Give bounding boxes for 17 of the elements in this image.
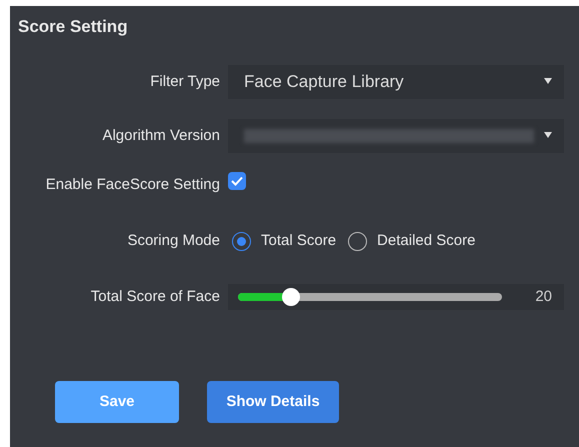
radio-option[interactable]: Total Score	[232, 230, 336, 252]
field-label: Algorithm Version	[101, 126, 221, 146]
caret-icon	[544, 78, 552, 84]
check-icon	[231, 176, 243, 186]
panel-title: Score Setting	[17, 16, 129, 38]
filter-type-dropdown[interactable]: Face Capture Library	[228, 65, 564, 99]
field-label: Enable FaceScore Setting	[44, 174, 221, 195]
details-button[interactable]: Show Details	[207, 381, 339, 423]
slider-thumb[interactable]	[282, 288, 300, 306]
field-label: Scoring Mode	[126, 230, 221, 251]
field-label: Filter Type	[149, 72, 221, 92]
slider[interactable]	[238, 288, 502, 306]
radio-option[interactable]: Detailed Score	[348, 230, 476, 252]
checkbox[interactable]	[228, 172, 246, 190]
field-label: Total Score of Face	[90, 286, 221, 307]
slider-value: 20	[535, 286, 552, 307]
caret-icon	[544, 132, 552, 138]
